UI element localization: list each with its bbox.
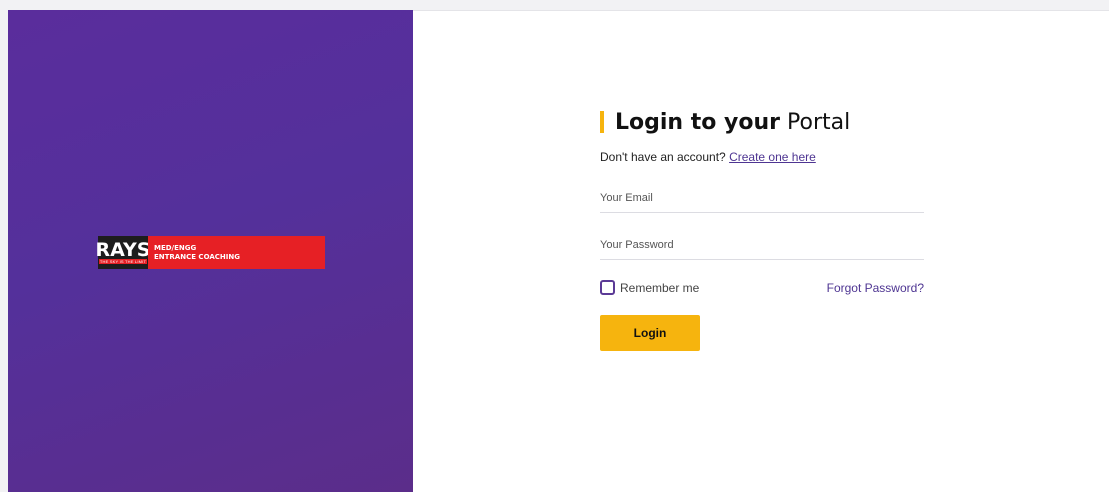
email-field-wrapper: [600, 188, 924, 213]
logo-line-1: MED/ENGG: [154, 243, 197, 252]
rays-logo: RAYS THE SKY IS THE LIMIT MED/ENGG ENTRA…: [95, 236, 325, 269]
options-row: Remember me Forgot Password?: [600, 280, 924, 295]
title-accent-bar: [600, 111, 604, 133]
title-light: Portal: [787, 109, 851, 135]
remember-me-label: Remember me: [620, 280, 700, 295]
left-edge: [0, 10, 8, 492]
email-field[interactable]: [600, 190, 924, 206]
logo-line-2: ENTRANCE COACHING: [154, 252, 240, 261]
signup-prompt: Don't have an account?: [600, 150, 726, 164]
page-title: Login to your Portal: [600, 108, 930, 136]
title-bold: Login to your: [615, 109, 780, 135]
remember-me-checkbox[interactable]: [600, 280, 615, 295]
login-form: Login to your Portal Don't have an accou…: [600, 108, 930, 351]
signup-prompt-line: Don't have an account? Create one here: [600, 150, 930, 164]
logo-mark-block: RAYS THE SKY IS THE LIMIT: [95, 236, 151, 269]
login-page: RAYS THE SKY IS THE LIMIT MED/ENGG ENTRA…: [0, 0, 1109, 492]
logo-wordmark: RAYS: [95, 239, 151, 261]
logo-tagline: THE SKY IS THE LIMIT: [98, 259, 148, 264]
forgot-password-link[interactable]: Forgot Password?: [827, 281, 924, 295]
logo-text-block: MED/ENGG ENTRANCE COACHING: [148, 236, 325, 269]
password-field-wrapper: [600, 235, 924, 260]
password-field[interactable]: [600, 237, 924, 253]
login-button[interactable]: Login: [600, 315, 700, 351]
create-account-link[interactable]: Create one here: [729, 150, 816, 164]
brand-panel: RAYS THE SKY IS THE LIMIT MED/ENGG ENTRA…: [8, 10, 413, 492]
remember-me-toggle[interactable]: Remember me: [600, 280, 699, 295]
